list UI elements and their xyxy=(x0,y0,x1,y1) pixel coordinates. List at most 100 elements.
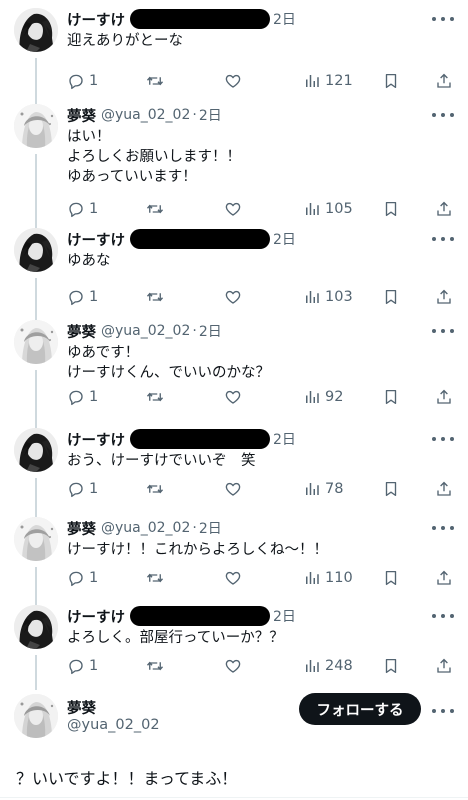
like-button[interactable] xyxy=(224,386,242,408)
more-icon[interactable] xyxy=(432,322,454,340)
bookmark-button[interactable] xyxy=(382,70,400,92)
share-button[interactable] xyxy=(435,70,453,92)
avatar[interactable] xyxy=(14,228,58,272)
views-count: 121 xyxy=(325,73,353,89)
timestamp[interactable]: 2日 xyxy=(199,105,222,125)
views-button[interactable]: 78 xyxy=(303,478,343,500)
timestamp[interactable]: 2日 xyxy=(273,429,296,449)
like-button[interactable] xyxy=(224,286,242,308)
more-icon[interactable] xyxy=(432,519,454,537)
share-button[interactable] xyxy=(435,655,453,677)
author-name[interactable]: けーすけ xyxy=(67,429,125,450)
reply-button[interactable]: 1 xyxy=(67,478,98,500)
redaction-bar xyxy=(130,606,270,626)
more-icon[interactable] xyxy=(432,702,454,720)
like-button[interactable] xyxy=(224,655,242,677)
reply-button[interactable]: 1 xyxy=(67,655,98,677)
reply-button[interactable]: 1 xyxy=(67,386,98,408)
timestamp[interactable]: 2日 xyxy=(273,229,296,249)
share-button[interactable] xyxy=(435,286,453,308)
bookmark-icon xyxy=(382,200,400,218)
author-handle[interactable]: @yua_02_02 xyxy=(101,323,190,339)
author-name[interactable]: 夢葵 xyxy=(67,321,96,342)
heart-icon xyxy=(224,200,242,218)
views-button[interactable]: 92 xyxy=(303,386,343,408)
reply-icon xyxy=(67,480,85,498)
avatar[interactable] xyxy=(14,8,58,52)
more-icon[interactable] xyxy=(432,230,454,248)
author-name[interactable]: けーすけ xyxy=(67,606,125,627)
retweet-button[interactable] xyxy=(146,567,164,589)
redaction-bar xyxy=(130,229,270,249)
reply-button[interactable]: 1 xyxy=(67,70,98,92)
tweet-header: 夢葵 @yua_02_02 · 2日 xyxy=(67,104,222,126)
heart-icon xyxy=(224,657,242,675)
author-name[interactable]: けーすけ xyxy=(67,9,125,30)
thread-line xyxy=(35,154,37,228)
like-button[interactable] xyxy=(224,567,242,589)
retweet-icon xyxy=(146,569,164,587)
author-handle[interactable]: @yua_02_02 xyxy=(101,520,190,536)
separator-dot: · xyxy=(192,107,197,123)
avatar[interactable] xyxy=(14,104,58,148)
tweet-header: 夢葵 @yua_02_02 · 2日 xyxy=(67,517,222,539)
bookmark-button[interactable] xyxy=(382,478,400,500)
bookmark-button[interactable] xyxy=(382,198,400,220)
author-name[interactable]: けーすけ xyxy=(67,229,125,250)
avatar[interactable] xyxy=(14,694,58,738)
avatar[interactable] xyxy=(14,428,58,472)
main-tweet-handle[interactable]: @yua_02_02 xyxy=(67,717,160,733)
share-button[interactable] xyxy=(435,567,453,589)
views-button[interactable]: 105 xyxy=(303,198,353,220)
reply-button[interactable]: 1 xyxy=(67,567,98,589)
like-button[interactable] xyxy=(224,478,242,500)
views-button[interactable]: 248 xyxy=(303,655,353,677)
author-name[interactable]: 夢葵 xyxy=(67,105,96,126)
reply-button[interactable]: 1 xyxy=(67,198,98,220)
share-button[interactable] xyxy=(435,386,453,408)
bookmark-button[interactable] xyxy=(382,386,400,408)
like-button[interactable] xyxy=(224,198,242,220)
more-icon[interactable] xyxy=(432,607,454,625)
retweet-button[interactable] xyxy=(146,70,164,92)
avatar[interactable] xyxy=(14,320,58,364)
tweet-actions: 1 121 xyxy=(67,70,456,92)
main-tweet-header: 夢葵 xyxy=(67,696,96,718)
bookmark-button[interactable] xyxy=(382,567,400,589)
share-icon xyxy=(435,72,453,90)
retweet-button[interactable] xyxy=(146,286,164,308)
reply-count: 1 xyxy=(89,389,99,405)
avatar[interactable] xyxy=(14,517,58,561)
tweet-header: けーすけ 2日 xyxy=(67,605,296,627)
bookmark-button[interactable] xyxy=(382,655,400,677)
share-button[interactable] xyxy=(435,198,453,220)
main-tweet-name[interactable]: 夢葵 xyxy=(67,697,96,718)
share-icon xyxy=(435,569,453,587)
redaction-bar xyxy=(130,429,270,449)
views-button[interactable]: 103 xyxy=(303,286,353,308)
retweet-button[interactable] xyxy=(146,386,164,408)
timestamp[interactable]: 2日 xyxy=(199,321,222,341)
bookmark-button[interactable] xyxy=(382,286,400,308)
share-button[interactable] xyxy=(435,478,453,500)
timestamp[interactable]: 2日 xyxy=(273,606,296,626)
reply-button[interactable]: 1 xyxy=(67,286,98,308)
author-name[interactable]: 夢葵 xyxy=(67,518,96,539)
timestamp[interactable]: 2日 xyxy=(199,518,222,538)
reply-count: 1 xyxy=(89,658,99,674)
views-button[interactable]: 110 xyxy=(303,567,353,589)
more-icon[interactable] xyxy=(432,430,454,448)
tweet-header: けーすけ 2日 xyxy=(67,8,296,30)
views-button[interactable]: 121 xyxy=(303,70,353,92)
timestamp[interactable]: 2日 xyxy=(273,9,296,29)
more-icon[interactable] xyxy=(432,106,454,124)
follow-button[interactable]: フォローする xyxy=(299,693,421,725)
like-button[interactable] xyxy=(224,70,242,92)
retweet-button[interactable] xyxy=(146,655,164,677)
bookmark-icon xyxy=(382,72,400,90)
more-icon[interactable] xyxy=(432,10,454,28)
retweet-button[interactable] xyxy=(146,198,164,220)
author-handle[interactable]: @yua_02_02 xyxy=(101,107,190,123)
avatar[interactable] xyxy=(14,605,58,649)
retweet-button[interactable] xyxy=(146,478,164,500)
